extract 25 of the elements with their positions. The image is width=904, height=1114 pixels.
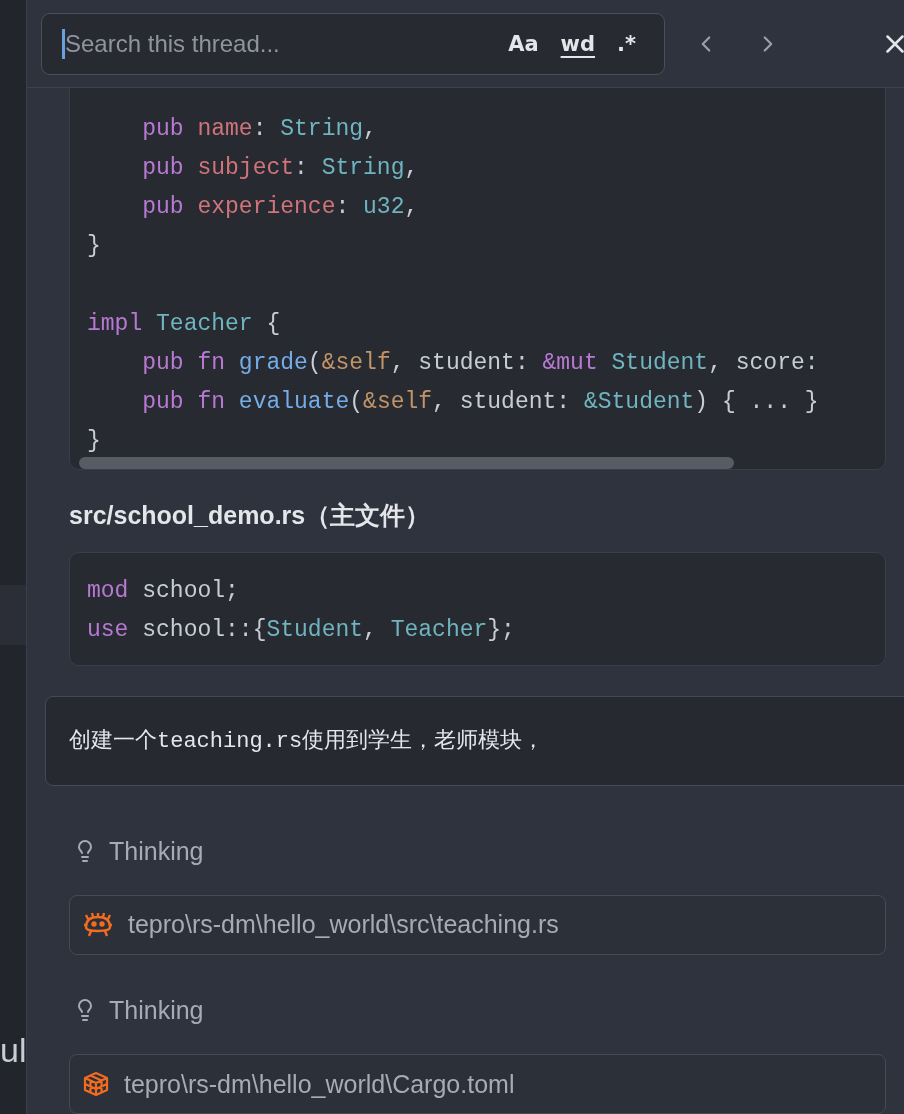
word-toggle[interactable]: wd [552,31,604,56]
file-heading: src/school_demo.rs（主文件） [69,499,432,530]
code-line: mod school; [87,576,240,606]
user-message: 创建一个teaching.rs使用到学生，老师模块， [45,695,904,786]
crab-icon [82,911,114,938]
search-input[interactable]: Search this thread... [62,28,501,59]
code-line: pub name: String, [141,115,378,144]
scrollbar[interactable] [79,457,734,469]
code-line: pub experience: u32, [141,193,420,222]
thinking-label[interactable]: Thinking [109,836,204,866]
file-chip[interactable]: tepro\rs-dm\hello_world\src\teaching.rs [69,894,886,955]
thinking-label[interactable]: Thinking [109,995,204,1025]
code-line: impl Teacher { [87,310,282,339]
search-field[interactable]: Search this thread... Aa wd .* [41,12,665,75]
package-icon [82,1070,110,1098]
code-line: } [87,232,102,261]
file-chip[interactable]: tepro\rs-dm\hello_world\Cargo.toml [69,1054,886,1114]
code-line: use school::{Student, Teacher}; [87,615,516,645]
case-toggle[interactable]: Aa [500,31,547,56]
code-line: } [87,427,102,456]
regex-toggle[interactable]: .* [609,31,644,56]
code-line: pub fn grade(&self, student: &mut Student, score: [141,349,820,378]
code-line: pub fn evaluate(&self, student: &Student) { ... } [141,388,820,417]
code-line: pub subject: String, [141,154,420,183]
side-panel-text: ul [0,1030,27,1070]
